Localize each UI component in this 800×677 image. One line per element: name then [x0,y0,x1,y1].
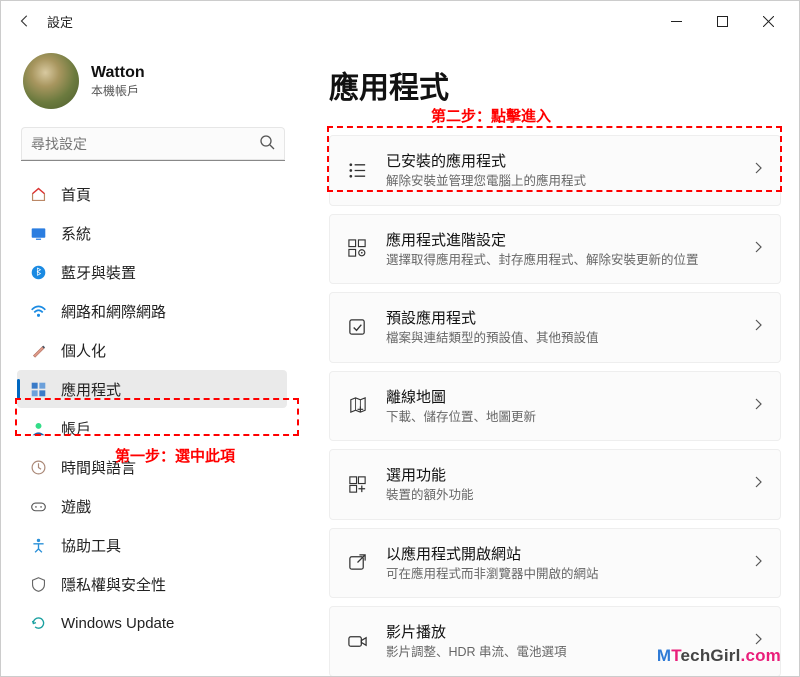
search-box[interactable] [21,127,285,161]
chevron-right-icon [752,397,764,415]
sidebar-item-label: Windows Update [61,615,174,632]
annotation-step1: 第一步：選中此項 [115,445,235,466]
card-sub: 檔案與連結類型的預設值、其他預設值 [386,330,734,348]
card-optional-features[interactable]: 選用功能 裝置的額外功能 [329,449,781,520]
maximize-button[interactable] [699,5,745,37]
advanced-icon [346,238,368,260]
card-title: 應用程式進階設定 [386,229,734,250]
search-icon [259,134,275,155]
video-icon [346,630,368,652]
sidebar-item-label: 首頁 [61,184,91,205]
profile[interactable]: Watton 本機帳戶 [13,49,301,121]
search-input[interactable] [21,127,285,161]
card-title: 預設應用程式 [386,307,734,328]
sidebar-item-label: 個人化 [61,340,106,361]
sidebar-item-system[interactable]: 系統 [17,214,287,252]
sidebar-item-label: 網路和網際網路 [61,301,166,322]
sidebar-item-privacy[interactable]: 隱私權與安全性 [17,565,287,603]
sidebar-item-windows-update[interactable]: Windows Update [17,604,287,642]
back-button[interactable] [9,5,41,37]
sidebar-item-label: 協助工具 [61,535,121,556]
card-installed-apps[interactable]: 已安裝的應用程式 解除安裝並管理您電腦上的應用程式 [329,135,781,206]
card-title: 已安裝的應用程式 [386,150,734,171]
card-sub: 選擇取得應用程式、封存應用程式、解除安裝更新的位置 [386,252,734,270]
default-apps-icon [346,316,368,338]
close-button[interactable] [745,5,791,37]
watermark: MTechGirl.com [657,646,781,666]
card-title: 離線地圖 [386,386,734,407]
sidebar-item-label: 藍牙與裝置 [61,262,136,283]
chevron-right-icon [752,318,764,336]
sidebar-item-label: 遊戲 [61,496,91,517]
card-default-apps[interactable]: 預設應用程式 檔案與連結類型的預設值、其他預設值 [329,292,781,363]
gaming-icon [29,497,47,515]
profile-name: Watton [91,64,145,82]
shield-icon [29,575,47,593]
annotation-step2: 第二步：點擊進入 [431,105,551,126]
card-sub: 解除安裝並管理您電腦上的應用程式 [386,173,734,191]
sidebar-item-label: 系統 [61,223,91,244]
sidebar-item-accessibility[interactable]: 協助工具 [17,526,287,564]
home-icon [29,185,47,203]
card-title: 選用功能 [386,464,734,485]
sidebar-item-gaming[interactable]: 遊戲 [17,487,287,525]
chevron-right-icon [752,240,764,258]
system-icon [29,224,47,242]
sidebar-item-accounts[interactable]: 帳戶 [17,409,287,447]
open-external-icon [346,552,368,574]
profile-sub: 本機帳戶 [91,82,145,99]
map-icon [346,395,368,417]
card-advanced-app-settings[interactable]: 應用程式進階設定 選擇取得應用程式、封存應用程式、解除安裝更新的位置 [329,214,781,285]
chevron-right-icon [752,554,764,572]
card-apps-for-websites[interactable]: 以應用程式開啟網站 可在應用程式而非瀏覽器中開啟的網站 [329,528,781,599]
minimize-button[interactable] [653,5,699,37]
sidebar: Watton 本機帳戶 首頁 系統 藍牙與裝置 網路和網際網路 [1,41,301,676]
window-title: 設定 [47,12,73,31]
features-icon [346,473,368,495]
chevron-right-icon [752,475,764,493]
sidebar-item-home[interactable]: 首頁 [17,175,287,213]
chevron-right-icon [752,161,764,179]
avatar [23,53,79,109]
sidebar-item-network[interactable]: 網路和網際網路 [17,292,287,330]
update-icon [29,614,47,632]
sidebar-item-label: 帳戶 [61,418,91,439]
accessibility-icon [29,536,47,554]
nav-list: 首頁 系統 藍牙與裝置 網路和網際網路 個人化 應用程式 [13,175,301,642]
sidebar-item-label: 隱私權與安全性 [61,574,166,595]
main-content: 應用程式 已安裝的應用程式 解除安裝並管理您電腦上的應用程式 應用程式進階設定 … [301,41,799,676]
card-title: 影片播放 [386,621,734,642]
account-icon [29,419,47,437]
sidebar-item-label: 應用程式 [61,379,121,400]
list-icon [346,159,368,181]
card-sub: 裝置的額外功能 [386,487,734,505]
brush-icon [29,341,47,359]
card-sub: 可在應用程式而非瀏覽器中開啟的網站 [386,566,734,584]
sidebar-item-personalization[interactable]: 個人化 [17,331,287,369]
card-sub: 下載、儲存位置、地圖更新 [386,409,734,427]
card-title: 以應用程式開啟網站 [386,543,734,564]
clock-icon [29,458,47,476]
sidebar-item-bluetooth[interactable]: 藍牙與裝置 [17,253,287,291]
sidebar-item-apps[interactable]: 應用程式 [17,370,287,408]
page-title: 應用程式 [329,63,781,107]
apps-icon [29,380,47,398]
card-offline-maps[interactable]: 離線地圖 下載、儲存位置、地圖更新 [329,371,781,442]
bluetooth-icon [29,263,47,281]
wifi-icon [29,302,47,320]
